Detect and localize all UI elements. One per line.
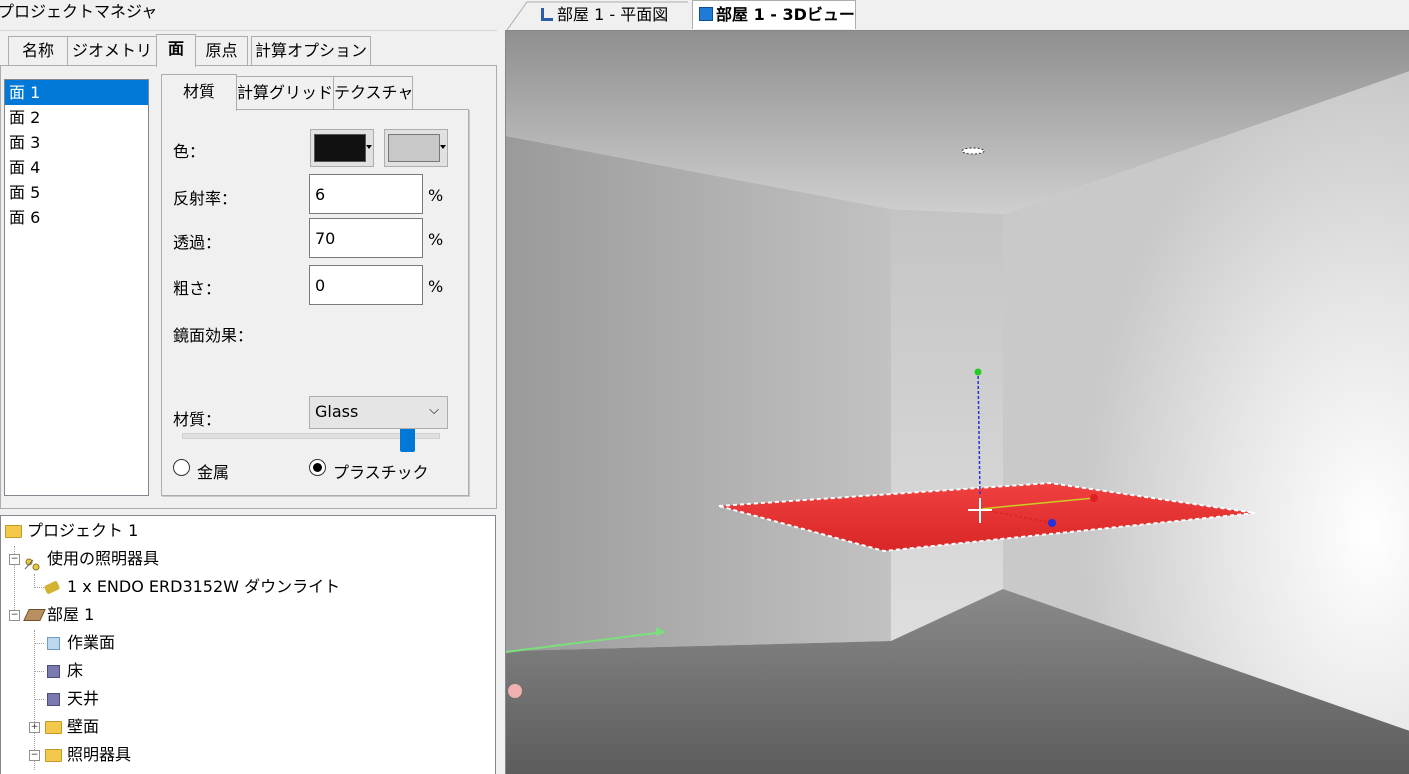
- specular-label: 鏡面効果：: [173, 326, 254, 345]
- metal-radio[interactable]: [173, 459, 190, 476]
- room-icon: [23, 609, 46, 621]
- tab-plan-label: 部屋 1 - 平面図: [557, 5, 669, 24]
- view-tabs: 部屋 1 - 平面図 部屋 1 - 3Dビュー: [505, 0, 1409, 30]
- material-type-value: Glass: [315, 402, 359, 421]
- project-tree[interactable]: プロジェクト 1 − 使用の照明器具 1 x ENDO ERD3152W ダウン…: [0, 515, 496, 774]
- folder-icon: [45, 749, 62, 762]
- secondary-color-swatch: [388, 134, 440, 162]
- tree-line: [34, 643, 44, 645]
- material-type-select[interactable]: Glass ⌵: [309, 396, 448, 429]
- list-item[interactable]: 面 6: [5, 205, 148, 230]
- project-manager-tabs: 名称 ジオメトリ 面 原点 計算オプション: [0, 34, 498, 67]
- reflectance-input[interactable]: [309, 174, 423, 214]
- downlight-fixture: [961, 147, 985, 155]
- transmission-input[interactable]: [309, 218, 423, 258]
- 3d-viewport[interactable]: [505, 30, 1409, 774]
- tree-item-label: 床: [67, 661, 84, 680]
- tree-item-label: プロジェクト 1: [27, 521, 139, 540]
- tab-3d-label: 部屋 1 - 3Dビュー: [716, 5, 855, 24]
- list-item[interactable]: 面 1: [5, 80, 148, 105]
- list-item[interactable]: 面 3: [5, 130, 148, 155]
- tree-item-label: 天井: [67, 689, 100, 708]
- left-wall: [506, 136, 891, 651]
- tree-item-label: 壁面: [67, 717, 100, 736]
- tab-3d-view[interactable]: 部屋 1 - 3Dビュー: [692, 0, 856, 29]
- panel-title: プロジェクトマネジャ: [0, 2, 158, 21]
- luminaire-icon: [43, 580, 61, 595]
- faces-tab-content: 面 1 面 2 面 3 面 4 面 5 面 6 材質 計算グリッド テクスチャ …: [0, 65, 497, 509]
- folder-icon: [5, 525, 22, 538]
- back-wall: [891, 209, 1003, 641]
- percent-unit: %: [428, 186, 444, 205]
- floor-icon: [47, 665, 60, 678]
- tree-line: [34, 574, 36, 588]
- workplane-icon: [47, 637, 60, 650]
- luminaires-icon: [24, 552, 40, 571]
- tab-calc-grid[interactable]: 計算グリッド: [236, 76, 334, 109]
- reflectance-label: 反射率：: [173, 189, 238, 208]
- cube-icon: [699, 7, 713, 21]
- expand-toggle-icon[interactable]: +: [29, 722, 40, 733]
- ceiling-icon: [47, 693, 60, 706]
- panel-splitter[interactable]: [497, 0, 505, 773]
- list-item[interactable]: 面 4: [5, 155, 148, 180]
- tree-item-label: 使用の照明器具: [47, 549, 160, 568]
- folder-icon: [45, 721, 62, 734]
- divider: [0, 30, 498, 31]
- tab-plan-view[interactable]: 部屋 1 - 平面図: [541, 2, 668, 30]
- plastic-radio[interactable]: [309, 459, 326, 476]
- x-handle-dot[interactable]: [1090, 494, 1098, 502]
- collapse-toggle-icon[interactable]: −: [29, 750, 40, 761]
- origin-marker: [508, 684, 522, 698]
- plan-view-icon: [541, 8, 553, 21]
- chevron-down-icon: ⌵: [429, 403, 439, 418]
- tree-item-label: 部屋 1: [47, 605, 95, 624]
- metal-radio-label[interactable]: 金属: [197, 459, 229, 483]
- tab-faces[interactable]: 面: [156, 34, 196, 67]
- tab-calc-options[interactable]: 計算オプション: [251, 36, 371, 66]
- project-manager-panel: プロジェクトマネジャ 名称 ジオメトリ 面 原点 計算オプション 面 1 面 2…: [0, 0, 498, 774]
- 3d-scene: [506, 31, 1409, 774]
- z-handle-dot[interactable]: [1048, 519, 1056, 527]
- face-list[interactable]: 面 1 面 2 面 3 面 4 面 5 面 6: [4, 79, 149, 496]
- list-item[interactable]: 面 2: [5, 105, 148, 130]
- dropdown-arrow-icon: [366, 145, 372, 149]
- tab-material[interactable]: 材質: [161, 74, 237, 111]
- tab-geometry[interactable]: ジオメトリ: [67, 36, 157, 66]
- secondary-color-picker[interactable]: [384, 129, 448, 167]
- collapse-toggle-icon[interactable]: −: [9, 554, 20, 565]
- tab-origin[interactable]: 原点: [195, 36, 248, 66]
- tree-item-label: 照明器具: [67, 745, 132, 764]
- tree-item-label: 作業面: [67, 633, 116, 652]
- tree-item-label: 1 x ENDO ERD3152W ダウンライト: [67, 577, 341, 596]
- material-type-label: 材質：: [173, 410, 222, 429]
- y-handle-dot[interactable]: [974, 368, 982, 376]
- material-panel: 色： 反射率： % 透過： % 粗さ： % 鏡面効果： 材質： G: [161, 109, 469, 496]
- primary-color-picker[interactable]: [310, 129, 374, 167]
- color-label: 色：: [173, 142, 206, 161]
- tree-line: [34, 699, 44, 701]
- collapse-toggle-icon[interactable]: −: [9, 610, 20, 621]
- percent-unit: %: [428, 277, 444, 296]
- primary-color-swatch: [314, 134, 366, 162]
- tree-line: [34, 671, 44, 673]
- list-item[interactable]: 面 5: [5, 180, 148, 205]
- percent-unit: %: [428, 230, 444, 249]
- plastic-radio-label[interactable]: プラスチック: [333, 459, 429, 483]
- tree-line: [34, 587, 44, 589]
- tab-name[interactable]: 名称: [8, 36, 68, 66]
- transmission-label: 透過：: [173, 233, 222, 252]
- dropdown-arrow-icon: [440, 145, 446, 149]
- tab-texture[interactable]: テクスチャ: [333, 76, 413, 109]
- roughness-label: 粗さ：: [173, 279, 222, 298]
- roughness-input[interactable]: [309, 265, 423, 305]
